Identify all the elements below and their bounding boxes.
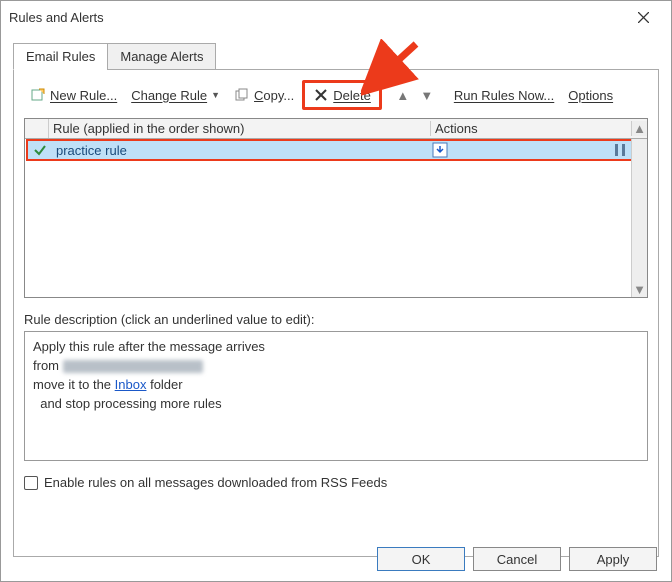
- ok-button[interactable]: OK: [377, 547, 465, 571]
- desc-line-1: Apply this rule after the message arrive…: [33, 338, 639, 357]
- rss-checkbox[interactable]: [24, 476, 38, 490]
- check-icon: [33, 143, 47, 157]
- redacted-sender: [63, 360, 203, 373]
- move-to-folder-icon: [432, 142, 448, 158]
- new-rule-button[interactable]: New Rule...: [24, 84, 123, 106]
- desc-line-2: from: [33, 357, 639, 376]
- desc-line-3: move it to the Inbox folder: [33, 376, 639, 395]
- triangle-up-icon: ▲: [396, 88, 409, 103]
- copy-icon: [234, 87, 250, 103]
- triangle-down-icon: ▼: [420, 88, 433, 103]
- desc-line-4: and stop processing more rules: [33, 395, 639, 414]
- rule-description-box: Apply this rule after the message arrive…: [24, 331, 648, 461]
- grid-scroll-up[interactable]: ▲: [631, 121, 647, 136]
- rule-name-cell: practice rule: [52, 143, 428, 158]
- rss-label: Enable rules on all messages downloaded …: [44, 475, 387, 490]
- triangle-up-icon: ▲: [633, 121, 646, 136]
- table-row[interactable]: practice rule: [26, 139, 646, 161]
- tab-email-rules[interactable]: Email Rules: [13, 43, 108, 70]
- tabs: Email Rules Manage Alerts: [13, 43, 671, 70]
- close-button[interactable]: [623, 3, 663, 31]
- chevron-down-icon: ▼: [211, 90, 220, 100]
- grid-scroll-down[interactable]: ▼: [632, 281, 647, 297]
- delete-button[interactable]: Delete: [302, 80, 382, 110]
- change-rule-button[interactable]: Change Rule ▼: [125, 85, 226, 106]
- grid-header-checkbox-col: [25, 119, 49, 138]
- cancel-button[interactable]: Cancel: [473, 547, 561, 571]
- grid-vertical-scrollbar[interactable]: ▼: [631, 139, 647, 297]
- move-up-button[interactable]: ▲: [392, 85, 414, 105]
- move-down-button[interactable]: ▼: [416, 85, 438, 105]
- grid-header-actions[interactable]: Actions: [431, 121, 631, 136]
- rule-actions-cell: [428, 142, 628, 158]
- close-icon: [638, 12, 649, 23]
- grid-header: Rule (applied in the order shown) Action…: [25, 119, 647, 139]
- rule-description-label: Rule description (click an underlined va…: [24, 312, 648, 327]
- apply-button[interactable]: Apply: [569, 547, 657, 571]
- tab-panel-email-rules: New Rule... Change Rule ▼ Copy... Delete…: [13, 69, 659, 557]
- grid-header-rule[interactable]: Rule (applied in the order shown): [49, 121, 431, 136]
- dialog-title: Rules and Alerts: [9, 10, 623, 25]
- delete-icon: [313, 87, 329, 103]
- new-rule-icon: [30, 87, 46, 103]
- rules-and-alerts-dialog: Rules and Alerts Email Rules Manage Aler…: [0, 0, 672, 582]
- run-rules-now-button[interactable]: Run Rules Now...: [448, 85, 560, 106]
- copy-button[interactable]: Copy...: [228, 84, 300, 106]
- triangle-down-icon: ▼: [633, 282, 646, 297]
- dialog-footer: OK Cancel Apply: [377, 547, 657, 571]
- rss-feeds-option[interactable]: Enable rules on all messages downloaded …: [24, 475, 648, 490]
- stop-processing-icon: [612, 142, 628, 158]
- rules-grid: Rule (applied in the order shown) Action…: [24, 118, 648, 298]
- toolbar: New Rule... Change Rule ▼ Copy... Delete…: [24, 80, 648, 110]
- tab-manage-alerts[interactable]: Manage Alerts: [107, 43, 216, 70]
- rule-enabled-checkbox[interactable]: [28, 143, 52, 157]
- titlebar: Rules and Alerts: [1, 1, 671, 33]
- folder-link[interactable]: Inbox: [115, 377, 147, 392]
- options-button[interactable]: Options: [562, 85, 619, 106]
